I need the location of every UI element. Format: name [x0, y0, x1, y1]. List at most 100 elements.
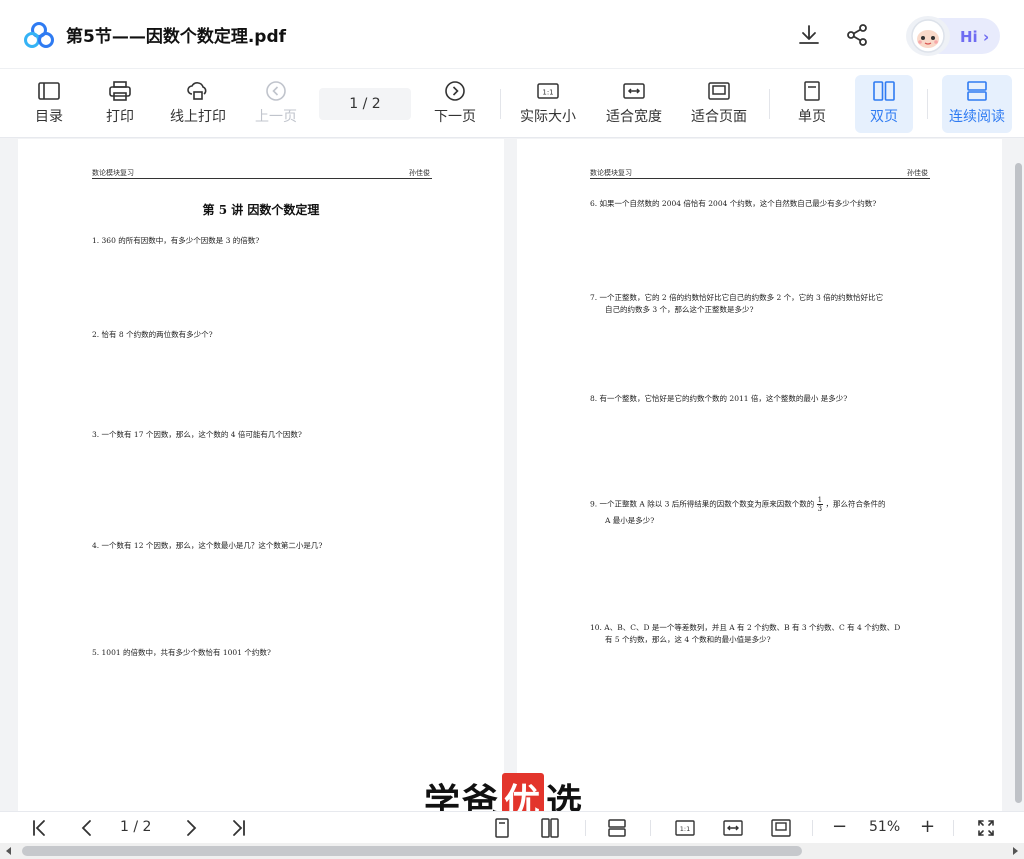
fit-page-button[interactable]: 适合页面: [689, 75, 749, 133]
zoom-in-button[interactable]: +: [920, 816, 935, 837]
double-page-icon: [873, 81, 895, 101]
print-button[interactable]: 打印: [99, 75, 141, 133]
print-label: 打印: [106, 109, 134, 125]
page-indicator[interactable]: 1 / 2: [319, 88, 411, 120]
fraction: 1 3: [816, 496, 824, 513]
header-rule: [590, 178, 930, 179]
bottom-divider: [585, 820, 586, 836]
next-page-icon[interactable]: [181, 818, 201, 838]
horizontal-scroll-thumb[interactable]: [22, 846, 802, 856]
question-3: 3. 一个数有 17 个因数，那么，这个数的 4 倍可能有几个因数?: [92, 430, 302, 439]
document-title: 第5节——因数个数定理.pdf: [66, 27, 287, 47]
next-page-label: 下一页: [434, 109, 476, 125]
page-header-right: 孙佳俊: [907, 169, 928, 177]
actual-size-button[interactable]: 1:1 实际大小: [518, 75, 578, 133]
single-page-icon: [804, 81, 820, 101]
document-viewer[interactable]: 数论模块复习 孙佳俊 第 5 讲 因数个数定理 1. 360 的所有因数中，有多…: [0, 139, 1024, 811]
prev-page-button[interactable]: 上一页: [253, 75, 299, 133]
catalog-button[interactable]: 目录: [28, 75, 70, 133]
question-2: 2. 恰有 8 个约数的两位数有多少个?: [92, 330, 213, 339]
toolbar-divider: [769, 89, 770, 119]
single-page-label: 单页: [798, 109, 826, 125]
svg-text:1:1: 1:1: [680, 825, 690, 833]
fit-width-button[interactable]: 适合宽度: [604, 75, 664, 133]
horizontal-scrollbar[interactable]: [0, 843, 1024, 859]
first-page-icon[interactable]: [29, 818, 49, 838]
question-7-line-1: 7. 一个正整数，它的 2 倍的约数恰好比它自己的约数多 2 个，它的 3 倍的…: [590, 293, 884, 302]
scroll-right-arrow-icon[interactable]: [1010, 846, 1020, 856]
question-9-line-2: A 最小是多少?: [605, 516, 655, 525]
next-page-button[interactable]: 下一页: [432, 75, 478, 133]
zoom-out-button[interactable]: −: [832, 816, 847, 837]
fraction-denominator: 3: [817, 505, 823, 513]
question-7-line-2: 自己的约数多 3 个，那么这个正整数是多少?: [605, 305, 754, 314]
double-page-label: 双页: [870, 109, 898, 125]
single-page-view-icon[interactable]: [492, 818, 512, 838]
question-9-text-tail: ，那么符合条件的: [825, 499, 886, 509]
double-page-view-icon[interactable]: [540, 818, 560, 838]
question-9-line-1: 9. 一个正整数 A 除以 3 后所得结果的因数个数变为原来因数个数的 1 3 …: [590, 496, 886, 513]
bottom-page-indicator[interactable]: 1 / 2: [120, 819, 151, 835]
question-10-line-1: 10. A、B、C、D 是一个等差数列，并且 A 有 2 个约数、B 有 3 个…: [590, 623, 901, 632]
continuous-reading-icon: [967, 81, 987, 101]
continuous-view-icon[interactable]: [607, 818, 627, 838]
chevron-left-circle-icon: [266, 81, 286, 101]
svg-text:1:1: 1:1: [542, 89, 553, 97]
fraction-numerator: 1: [816, 496, 824, 505]
actual-size-small-icon[interactable]: 1:1: [675, 818, 695, 838]
printer-icon: [109, 81, 131, 101]
title-bar: 第5节——因数个数定理.pdf Hi ›: [0, 0, 1024, 68]
pdf-page-1: 数论模块复习 孙佳俊 第 5 讲 因数个数定理 1. 360 的所有因数中，有多…: [18, 139, 504, 811]
double-page-button[interactable]: 双页: [855, 75, 913, 133]
question-6: 6. 如果一个自然数的 2004 倍恰有 2004 个约数，这个自然数自己最少有…: [590, 199, 877, 208]
online-print-button[interactable]: 线上打印: [166, 75, 230, 133]
chevron-right-icon: ›: [982, 28, 990, 46]
lecture-title: 第 5 讲 因数个数定理: [202, 203, 320, 217]
fit-page-label: 适合页面: [691, 109, 747, 125]
ai-assistant-label: Hi ›: [960, 28, 989, 46]
page-header-right: 孙佳俊: [409, 169, 430, 177]
header-rule: [92, 178, 432, 179]
online-print-label: 线上打印: [170, 109, 226, 125]
robot-avatar-icon: [906, 16, 950, 56]
cloud-print-icon: [187, 82, 207, 100]
bottom-divider: [953, 820, 954, 836]
actual-size-label: 实际大小: [520, 109, 576, 125]
question-8: 8. 有一个整数，它恰好是它的约数个数的 2011 倍，这个整数的最小 是多少?: [590, 394, 848, 403]
fit-width-small-icon[interactable]: [723, 818, 743, 838]
ai-assistant-button[interactable]: Hi ›: [898, 14, 1002, 58]
catalog-icon: [38, 82, 60, 100]
chevron-right-circle-icon: [445, 81, 465, 101]
app-logo-icon: [24, 22, 54, 48]
fit-width-icon: [623, 83, 645, 99]
question-4: 4. 一个数有 12 个因数，那么，这个数最小是几？这个数第二小是几?: [92, 541, 323, 550]
pdf-page-2: 数论模块复习 孙佳俊 6. 如果一个自然数的 2004 倍恰有 2004 个约数…: [517, 139, 1002, 811]
fullscreen-icon[interactable]: [976, 818, 996, 838]
last-page-icon[interactable]: [229, 818, 249, 838]
actual-size-icon: 1:1: [537, 83, 559, 99]
page-header-left: 数论模块复习: [92, 169, 134, 177]
fit-width-label: 适合宽度: [606, 109, 662, 125]
toolbar-divider: [500, 89, 501, 119]
prev-page-label: 上一页: [255, 109, 297, 125]
hi-label: Hi: [960, 28, 978, 46]
bottom-divider: [812, 820, 813, 836]
bottom-navigation-bar: 1 / 2 1:1 − 51% +: [0, 811, 1024, 843]
question-9-text: 9. 一个正整数 A 除以 3 后所得结果的因数个数变为原来因数个数的: [590, 499, 815, 509]
vertical-scrollbar[interactable]: [1015, 163, 1022, 803]
share-icon[interactable]: [845, 23, 869, 47]
continuous-reading-button[interactable]: 连续阅读: [942, 75, 1012, 133]
page-header-left: 数论模块复习: [590, 169, 632, 177]
single-page-button[interactable]: 单页: [791, 75, 833, 133]
download-icon[interactable]: [797, 23, 821, 47]
question-10-line-2: 有 5 个约数，那么，这 4 个数和的最小值是多少?: [605, 635, 771, 644]
prev-page-icon[interactable]: [77, 818, 97, 838]
continuous-reading-label: 连续阅读: [949, 109, 1005, 125]
toolbar-divider: [927, 89, 928, 119]
zoom-level[interactable]: 51%: [869, 819, 900, 835]
bottom-divider: [650, 820, 651, 836]
question-5: 5. 1001 的倍数中，共有多少个数恰有 1001 个约数?: [92, 648, 271, 657]
scroll-left-arrow-icon[interactable]: [4, 846, 14, 856]
fit-page-small-icon[interactable]: [771, 818, 791, 838]
catalog-label: 目录: [35, 109, 63, 125]
